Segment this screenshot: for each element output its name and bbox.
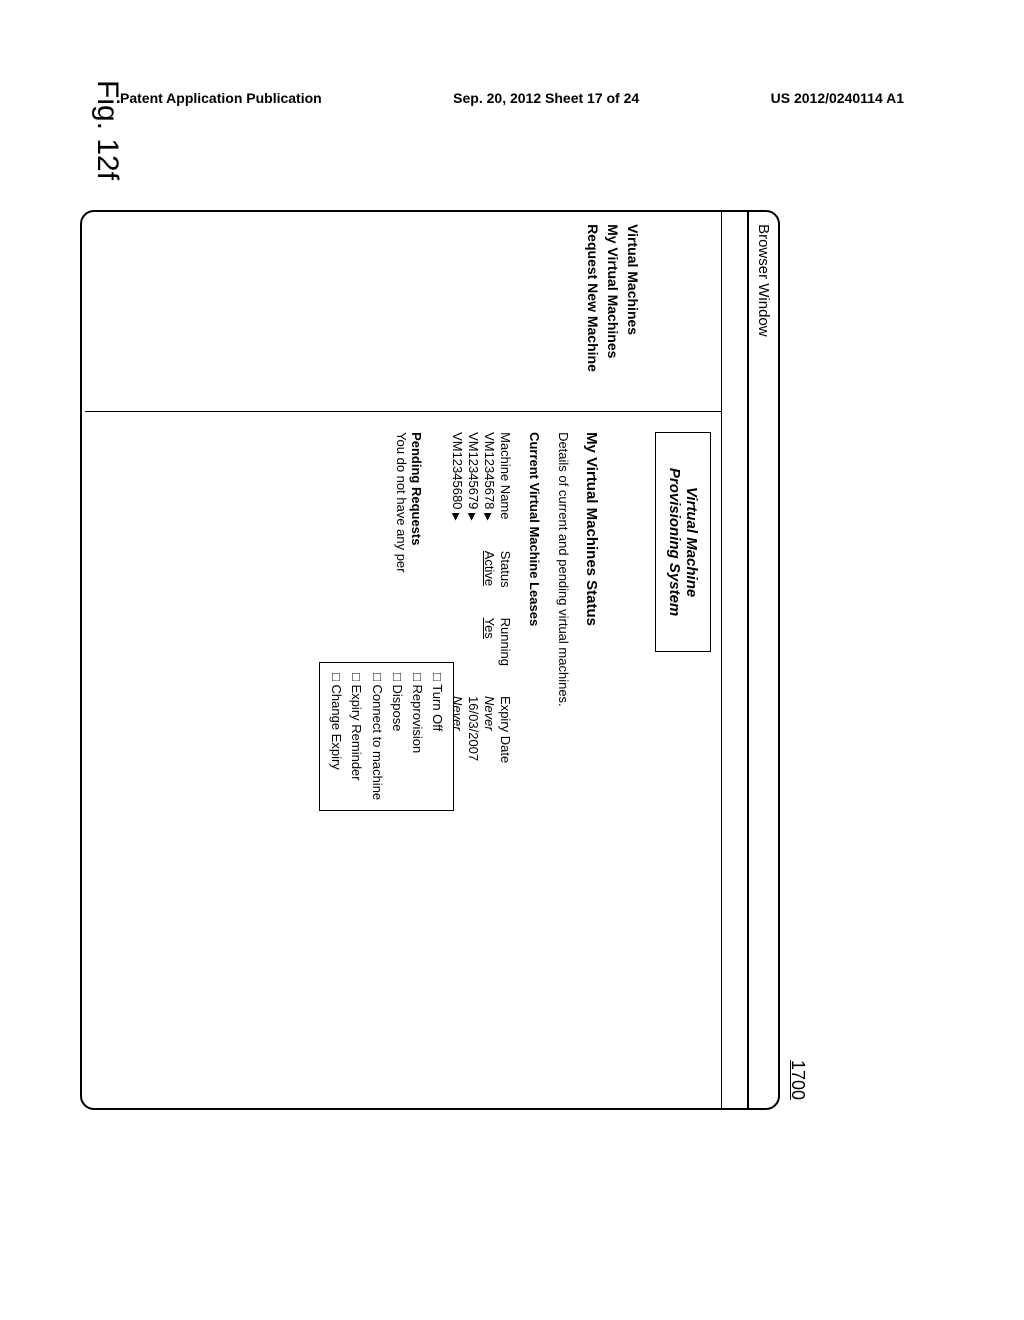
leases-heading: Current Virtual Machine Leases (527, 432, 542, 1088)
browser-titlebar: Browser Window (747, 212, 778, 1108)
brand-box: Virtual Machine Provisioning System (655, 432, 711, 652)
menu-reprovision[interactable]: Reprovision (407, 673, 427, 800)
col-running: Running (497, 618, 513, 696)
reference-number: 1700 (787, 1060, 808, 1100)
vm-running (465, 618, 481, 696)
vm-expiry: 16/03/2007 (465, 696, 481, 793)
sidebar: Virtual Machines My Virtual Machines Req… (85, 212, 721, 412)
menu-expiry-reminder[interactable]: Expiry Reminder (346, 673, 366, 800)
page-description: Details of current and pending virtual m… (556, 432, 571, 1088)
table-row[interactable]: VM12345679 ▶ 16/03/2007 (465, 432, 481, 793)
browser-toolbar (721, 212, 747, 1108)
table-header-row: Machine Name Status Running Expiry Date (497, 432, 513, 793)
menu-turn-off[interactable]: Turn Off (427, 673, 447, 800)
browser-window: Browser Window Virtual Machines My Virtu… (80, 210, 780, 1110)
sidebar-item-request-new[interactable]: Request New Machine (585, 224, 601, 399)
menu-connect[interactable]: Connect to machine (366, 673, 386, 800)
vm-running[interactable]: Yes (481, 618, 497, 696)
expand-icon[interactable]: ▶ (450, 513, 461, 521)
table-row[interactable]: VM12345678 ▶ Active Yes Never (481, 432, 497, 793)
vm-name[interactable]: VM12345680 (450, 432, 465, 509)
vm-status (449, 551, 465, 618)
page-title: My Virtual Machines Status (583, 432, 600, 1088)
sidebar-heading: Virtual Machines (625, 224, 641, 399)
vm-name[interactable]: VM12345678 (482, 432, 497, 509)
pending-heading: Pending Requests (409, 432, 424, 632)
vm-table: Machine Name Status Running Expiry Date … (449, 432, 513, 793)
header-right: US 2012/0240114 A1 (771, 90, 904, 106)
vm-status (465, 551, 481, 618)
col-expiry: Expiry Date (497, 696, 513, 793)
brand-line2: Provisioning System (666, 449, 683, 635)
menu-dispose[interactable]: Dispose (387, 673, 407, 800)
vm-status[interactable]: Active (481, 551, 497, 618)
pending-text: You do not have any per (394, 432, 409, 632)
action-menu: Turn Off Reprovision Dispose Connect to … (319, 662, 454, 811)
expand-icon[interactable]: ▶ (466, 513, 477, 521)
expand-icon[interactable]: ▶ (482, 513, 493, 521)
main-panel: Virtual Machine Provisioning System My V… (85, 412, 721, 1108)
col-machine-name: Machine Name (497, 432, 513, 551)
vm-name[interactable]: VM12345679 (466, 432, 481, 509)
vm-expiry: Never (481, 696, 497, 793)
brand-line1: Virtual Machine (683, 449, 700, 635)
menu-change-expiry[interactable]: Change Expiry (326, 673, 346, 800)
sidebar-item-my-vms[interactable]: My Virtual Machines (605, 224, 621, 399)
figure-label: Fig. 12f (90, 80, 124, 180)
col-status: Status (497, 551, 513, 618)
